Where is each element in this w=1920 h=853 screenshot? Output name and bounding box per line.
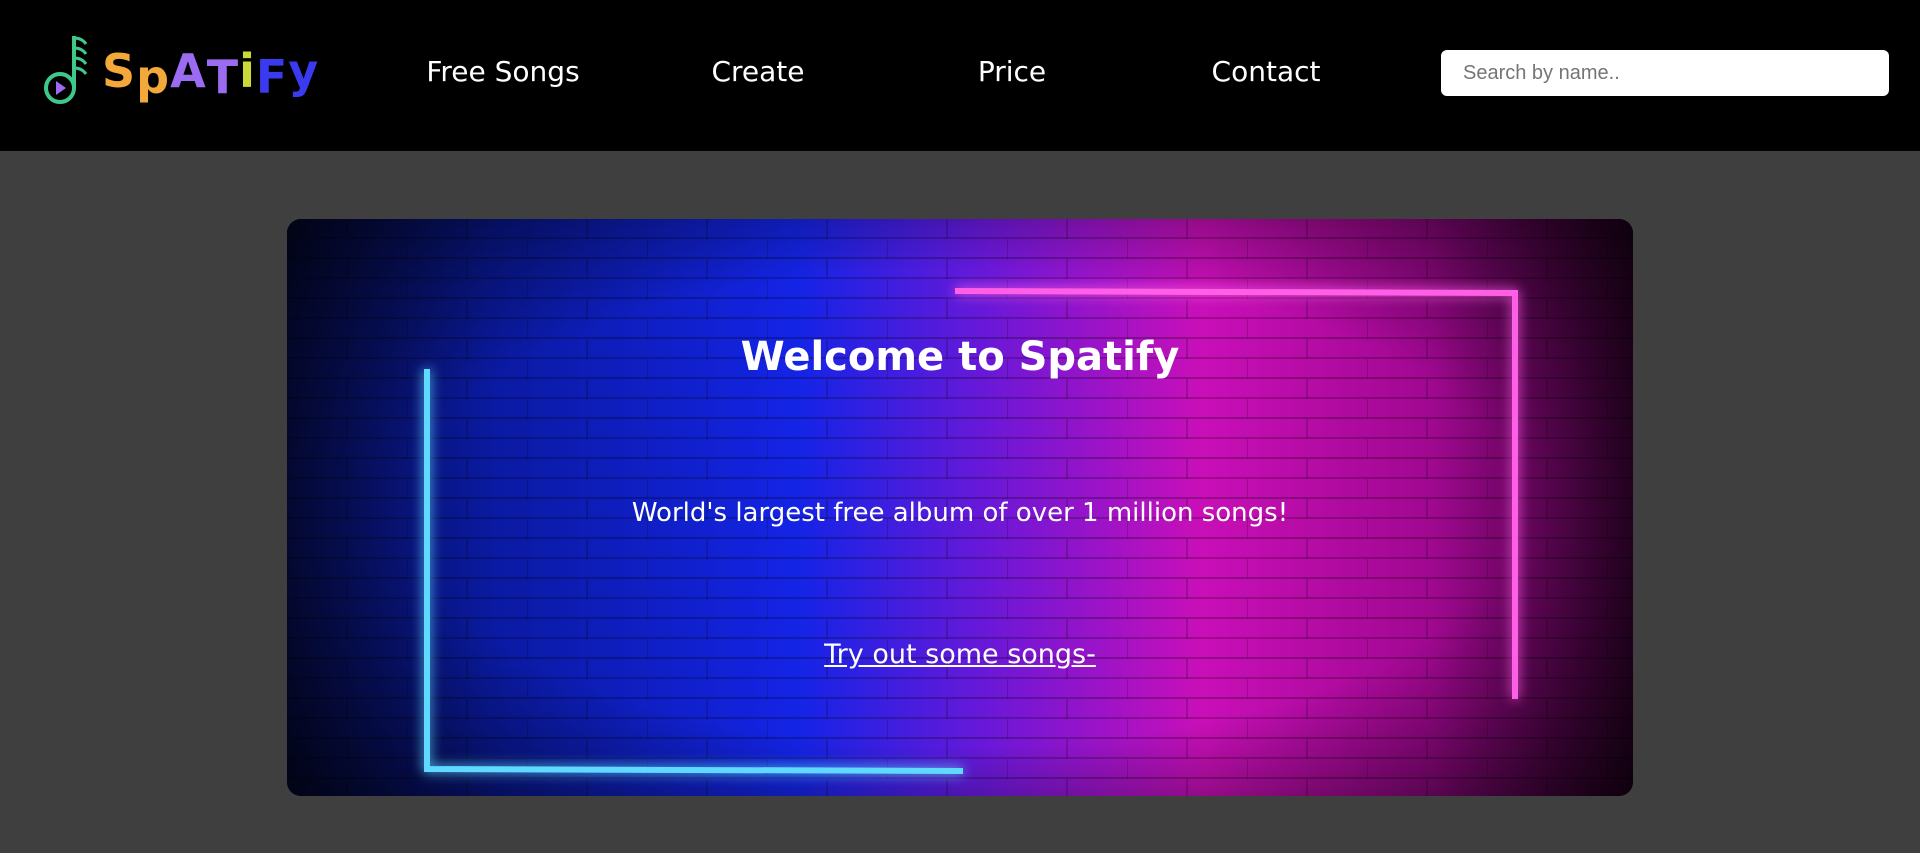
brand-letter: F bbox=[255, 50, 289, 104]
nav-link-free-songs[interactable]: Free Songs bbox=[420, 52, 586, 92]
nav-link-contact[interactable]: Contact bbox=[1202, 52, 1330, 92]
hero-banner: Welcome to Spatify World's largest free … bbox=[287, 219, 1633, 796]
hero-title: Welcome to Spatify bbox=[740, 334, 1180, 380]
try-songs-link[interactable]: Try out some songs- bbox=[824, 639, 1096, 670]
brand-letter: T bbox=[206, 50, 240, 104]
brand-letter: y bbox=[288, 44, 320, 98]
music-note-play-icon bbox=[44, 36, 88, 104]
search-input[interactable] bbox=[1441, 50, 1889, 96]
brand-letter: p bbox=[136, 50, 171, 104]
nav-link-create[interactable]: Create bbox=[690, 52, 826, 92]
brand-letter: i bbox=[239, 44, 256, 98]
brand-letter: S bbox=[102, 44, 137, 98]
nav-link-price[interactable]: Price bbox=[952, 52, 1072, 92]
brand-letter: A bbox=[170, 44, 207, 98]
navbar: SpATiFy Free Songs Create Price Contact bbox=[0, 0, 1920, 151]
brand-name: SpATiFy bbox=[102, 44, 320, 104]
brand-logo[interactable]: SpATiFy bbox=[42, 32, 318, 112]
hero-subtitle: World's largest free album of over 1 mil… bbox=[631, 498, 1289, 528]
